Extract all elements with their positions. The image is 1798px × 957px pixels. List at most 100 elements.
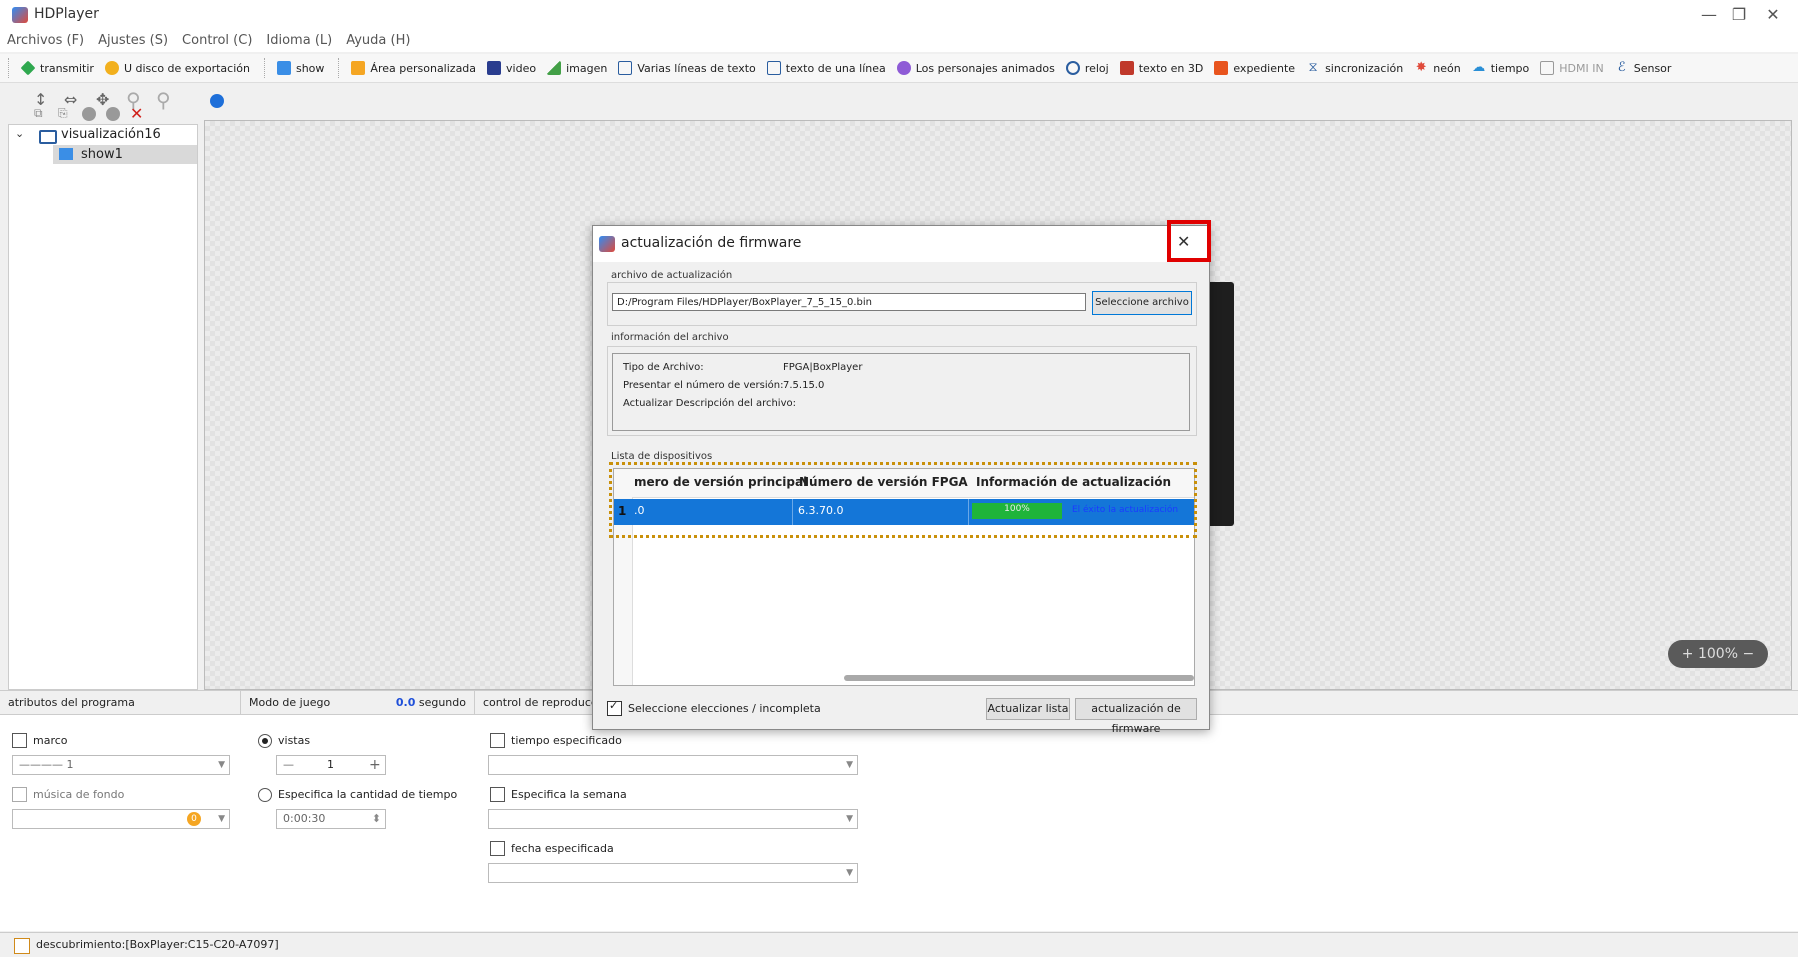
multiline-text-icon (618, 61, 633, 75)
refresh-list-button[interactable]: Actualizar lista (986, 698, 1070, 720)
custom-area-button[interactable]: Área personalizada (351, 61, 476, 75)
copy-icon[interactable]: ⧉ (34, 106, 43, 121)
show-button[interactable]: show (276, 61, 324, 75)
row-highlight-box (609, 462, 1197, 538)
neon-button[interactable]: ✸ neón (1414, 60, 1461, 75)
log-icon[interactable] (14, 938, 30, 954)
sensor-button[interactable]: ℰ Sensor (1615, 61, 1672, 75)
firmware-update-dialog: actualización de firmware ✕ archivo de a… (592, 220, 1211, 735)
specified-time-select[interactable]: ▼ (488, 755, 858, 775)
multiline-text-button[interactable]: Varias líneas de texto (618, 61, 756, 75)
toolbar-separator (8, 58, 10, 78)
file-path-input[interactable]: D:/Program Files/HDPlayer/BoxPlayer_7_5_… (612, 293, 1086, 311)
music-select[interactable]: 0 ▼ (12, 809, 230, 829)
image-icon (547, 61, 562, 75)
select-all-checkbox[interactable]: ✓ (607, 699, 622, 716)
specified-time-option[interactable]: tiempo especificado (490, 733, 622, 748)
version-label: Presentar el número de versión: (623, 380, 784, 391)
move-up-icon[interactable] (82, 107, 96, 121)
time-amount-radio[interactable] (258, 787, 272, 802)
delete-icon[interactable]: ✕ (130, 104, 143, 123)
singleline-text-button[interactable]: texto de una línea (766, 61, 886, 75)
monitor-icon (39, 130, 57, 144)
usb-export-button[interactable]: U disco de exportación (104, 61, 250, 75)
clock-button[interactable]: reloj (1065, 61, 1109, 75)
chevron-down-icon[interactable]: ⌄ (15, 127, 24, 140)
spin-arrows-icon[interactable]: ⬍ (372, 810, 381, 828)
weather-icon: ☁ (1472, 60, 1486, 75)
screen-preview (1206, 282, 1234, 526)
title-bar: HDPlayer — ❐ ✕ (0, 0, 1798, 30)
neon-icon: ✸ (1415, 60, 1427, 75)
animated-icon (896, 61, 911, 75)
film-icon (487, 61, 502, 75)
views-option[interactable]: vistas (258, 733, 310, 748)
menu-bar: Archivos (F) Ajustes (S) Control (C) Idioma… (0, 30, 1798, 52)
office-icon (1214, 61, 1229, 75)
animated-characters-button[interactable]: Los personajes animados (896, 61, 1055, 75)
document-button[interactable]: expediente (1214, 61, 1295, 75)
specified-week-select[interactable]: ▼ (488, 809, 858, 829)
select-all-option[interactable]: ✓ Seleccione elecciones / incompleta (607, 699, 821, 716)
frame-checkbox[interactable] (12, 733, 27, 748)
menu-ayuda[interactable]: Ayuda (H) (339, 30, 417, 52)
image-button[interactable]: imagen (547, 61, 607, 75)
horizontal-scrollbar[interactable] (844, 675, 1194, 681)
text-3d-button[interactable]: texto en 3D (1119, 61, 1203, 75)
toolbar-separator (263, 58, 266, 78)
plus-icon[interactable]: + (369, 756, 381, 774)
info-group-title: información del archivo (611, 332, 729, 343)
time-amount-input[interactable]: 0:00:30 ⬍ (276, 809, 386, 829)
app-icon (599, 236, 615, 252)
dropdown-arrow-icon: ▼ (846, 760, 853, 770)
show-icon (276, 61, 291, 75)
menu-archivos[interactable]: Archivos (F) (0, 30, 91, 52)
move-down-icon[interactable] (106, 107, 120, 121)
show-icon (59, 148, 73, 160)
hourglass-icon: ⧖ (1308, 60, 1318, 75)
specified-week-checkbox[interactable] (490, 787, 505, 802)
weather-button[interactable]: ☁ tiempo (1472, 60, 1529, 75)
play-mode-seconds: 0.0 segundo (395, 696, 466, 709)
specified-date-checkbox[interactable] (490, 841, 505, 856)
hdmi-in-button[interactable]: HDMI IN (1540, 61, 1604, 75)
status-text: descubrimiento:[BoxPlayer:C15-C20-A7097] (36, 938, 279, 951)
frame-option[interactable]: marco (12, 733, 68, 748)
version-value: 7.5.15.0 (783, 380, 825, 391)
frame-select[interactable]: ———— 1 ▼ (12, 755, 230, 775)
menu-idioma[interactable]: Idioma (L) (259, 30, 339, 52)
music-option[interactable]: música de fondo (12, 787, 124, 802)
clock-icon (1065, 61, 1080, 75)
select-file-button[interactable]: Seleccione archivo (1092, 291, 1192, 315)
timer-button[interactable]: ⧖ sincronización (1306, 61, 1403, 75)
hdmi-icon (1540, 61, 1555, 75)
close-highlight-box (1167, 220, 1211, 262)
specified-date-select[interactable]: ▼ (488, 863, 858, 883)
menu-control[interactable]: Control (C) (175, 30, 259, 52)
specified-week-option[interactable]: Especifica la semana (490, 787, 627, 802)
checkmark-icon: ✓ (609, 699, 619, 712)
dropdown-arrow-icon: ▼ (846, 814, 853, 824)
close-window-icon[interactable]: ✕ (1750, 0, 1796, 30)
tree-root-item[interactable]: visualización16 (61, 127, 161, 142)
tree-item-show1[interactable]: show1 (53, 145, 197, 164)
video-button[interactable]: video (487, 61, 536, 75)
views-stepper[interactable]: — 1 + (276, 755, 386, 775)
minus-icon[interactable]: — (283, 756, 294, 774)
file-type-value: FPGA|BoxPlayer (783, 362, 863, 373)
window-title: HDPlayer (34, 6, 99, 22)
menu-ajustes[interactable]: Ajustes (S) (91, 30, 175, 52)
views-radio[interactable] (258, 733, 272, 748)
paste-icon[interactable]: ⎘ (58, 106, 68, 121)
time-amount-option[interactable]: Especifica la cantidad de tiempo (258, 787, 457, 802)
firmware-update-button[interactable]: actualización de firmware (1075, 698, 1197, 735)
toolbar-separator (338, 58, 340, 78)
devices-group-title: Lista de dispositivos (611, 451, 713, 462)
specified-time-checkbox[interactable] (490, 733, 505, 748)
specified-date-option[interactable]: fecha especificada (490, 841, 614, 856)
dropdown-arrow-icon: ▼ (218, 814, 225, 824)
app-icon (12, 7, 28, 23)
zoom-control[interactable]: + 100% − (1668, 640, 1768, 668)
transmit-button[interactable]: transmitir (20, 60, 94, 76)
music-checkbox[interactable] (12, 787, 27, 802)
